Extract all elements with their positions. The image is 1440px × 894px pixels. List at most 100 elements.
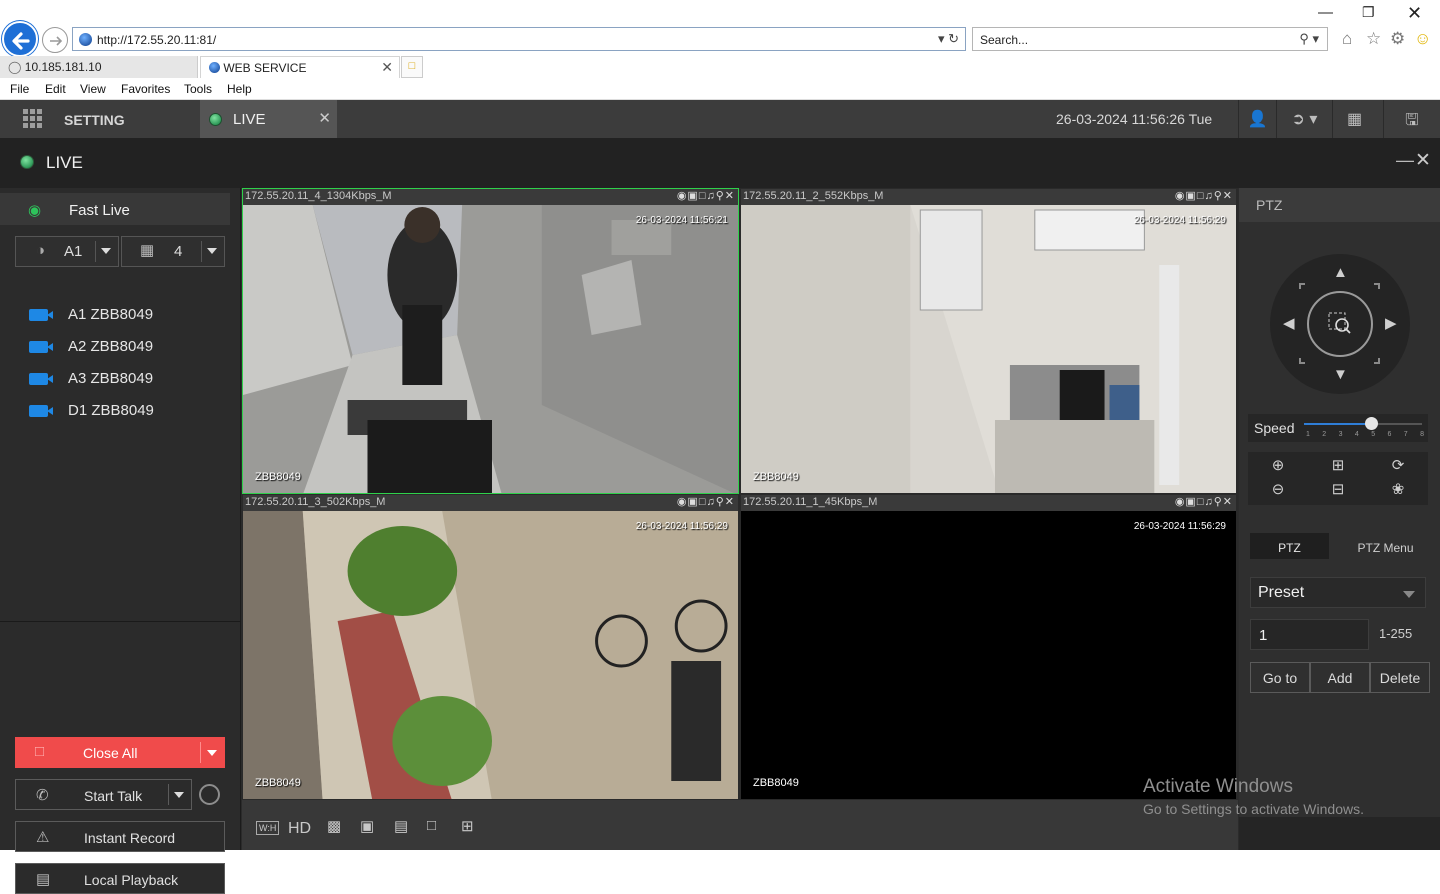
speed-tick: 3 xyxy=(1338,431,1343,438)
speed-slider[interactable] xyxy=(1304,417,1422,430)
address-url: http://172.55.20.11:81/ xyxy=(97,33,217,47)
goto-button[interactable]: Go to xyxy=(1250,662,1310,693)
single-view-icon[interactable]: ▤ xyxy=(394,817,408,835)
channel-item-a1[interactable]: A1 ZBB8049 xyxy=(0,302,240,330)
instant-record-button[interactable]: ⚠ Instant Record xyxy=(15,821,225,852)
aspect-ratio-button[interactable]: W:H xyxy=(256,821,280,835)
channel-item-a3[interactable]: A3 ZBB8049 xyxy=(0,366,240,394)
live-tab[interactable]: LIVE ✕ xyxy=(200,100,337,138)
video-tile-1[interactable]: 172.55.20.11_4_1304Kbps_M ◉▣□♫⚲✕ 26-03-2… xyxy=(242,188,739,494)
speed-slider-handle[interactable] xyxy=(1365,417,1379,430)
qr-code-icon[interactable]: ▦ xyxy=(1332,100,1376,138)
smiley-icon[interactable]: ☺ xyxy=(1414,29,1431,49)
chevron-down-icon[interactable] xyxy=(207,750,217,756)
video-tile-tools[interactable]: ◉▣□♫⚲✕ xyxy=(677,189,735,202)
channel-group-dropdown[interactable]: ◑ A1 xyxy=(15,236,119,267)
gear-icon[interactable]: ⚙ xyxy=(1390,29,1405,49)
zoom-in-icon[interactable]: ⊕ xyxy=(1263,456,1293,478)
local-playback-label: Local Playback xyxy=(84,872,179,888)
focus-far-icon[interactable]: ⊟ xyxy=(1323,480,1353,502)
preset-number-input[interactable]: 1 xyxy=(1250,619,1369,650)
browser-tab-1-label: 10.185.181.10 xyxy=(24,60,102,74)
tab-ptz-menu[interactable]: PTZ Menu xyxy=(1340,533,1431,559)
video-tile-tools[interactable]: ◉▣□♫⚲✕ xyxy=(1175,495,1233,508)
main-menu-grid-icon[interactable] xyxy=(23,109,43,129)
channel-label: A3 ZBB8049 xyxy=(68,370,154,387)
split-view-icon[interactable]: ⊞ xyxy=(461,817,474,835)
preset-type-select[interactable]: Preset xyxy=(1250,577,1426,608)
browser-tab-1[interactable]: ◯ 10.185.181.10 xyxy=(0,56,198,78)
minimize-icon[interactable]: — xyxy=(1318,4,1333,21)
zoom-out-icon[interactable]: ⊖ xyxy=(1263,480,1293,502)
ptz-up-right-icon[interactable] xyxy=(1374,283,1380,289)
ptz-down-icon[interactable]: ▼ xyxy=(1333,366,1348,383)
video-tile-tools[interactable]: ◉▣□♫⚲✕ xyxy=(677,495,735,508)
tab-ptz[interactable]: PTZ xyxy=(1250,533,1329,559)
ptz-left-icon[interactable]: ◀ xyxy=(1283,314,1295,332)
fast-live-header[interactable]: ◉ Fast Live xyxy=(0,193,230,225)
display-icon[interactable]: 🖫 xyxy=(1383,100,1440,138)
ptz-zoom-center-button[interactable] xyxy=(1307,291,1373,357)
logout-icon[interactable]: ➲ ▾ xyxy=(1276,100,1332,138)
watermark-title: Activate Windows xyxy=(1143,776,1293,797)
camera-icon xyxy=(29,405,53,417)
ptz-down-left-icon[interactable] xyxy=(1299,358,1305,364)
channel-item-a2[interactable]: A2 ZBB8049 xyxy=(0,334,240,362)
minimize-panel-icon[interactable]: — xyxy=(1396,150,1414,171)
add-preset-button[interactable]: Add xyxy=(1310,662,1370,693)
menu-tools[interactable]: Tools xyxy=(184,82,212,96)
video-tile-tools[interactable]: ◉▣□♫⚲✕ xyxy=(1175,189,1233,202)
iris-icon[interactable]: ❀ xyxy=(1383,480,1413,502)
close-window-icon[interactable]: ✕ xyxy=(1407,3,1422,24)
ptz-direction-pad[interactable]: ▲ ▼ ◀ ▶ xyxy=(1270,254,1410,394)
video-timestamp: 26-03-2024 11:56:29 xyxy=(1133,215,1226,226)
video-tile-4[interactable]: 172.55.20.11_1_45Kbps_M ◉▣□♫⚲✕ 26-03-202… xyxy=(740,494,1237,800)
video-channel-name: ZBB8049 xyxy=(255,777,301,789)
home-icon[interactable]: ⌂ xyxy=(1342,29,1352,49)
talk-status-icon[interactable] xyxy=(199,784,220,805)
search-box[interactable]: Search... ⚲ ▾ xyxy=(972,27,1328,51)
restore-icon[interactable]: ❐ xyxy=(1362,4,1375,21)
fullscreen-icon[interactable]: ▣ xyxy=(360,817,374,835)
refresh-icon[interactable]: ▾ ↻ xyxy=(938,31,959,47)
close-tab-icon[interactable]: ✕ xyxy=(381,59,393,76)
hd-button[interactable]: HD xyxy=(288,820,311,838)
layout-dropdown[interactable]: ▦ 4 xyxy=(121,236,225,267)
channel-item-d1[interactable]: D1 ZBB8049 xyxy=(0,398,240,426)
ptz-header: PTZ xyxy=(1239,188,1440,222)
video-tile-titlebar: 172.55.20.11_1_45Kbps_M ◉▣□♫⚲✕ xyxy=(741,495,1236,511)
smooth-icon[interactable]: ▩ xyxy=(327,817,341,835)
local-playback-button[interactable]: ▤ Local Playback xyxy=(15,863,225,894)
menu-edit[interactable]: Edit xyxy=(45,82,66,96)
user-icon[interactable]: 👤 xyxy=(1238,100,1276,138)
ptz-up-icon[interactable]: ▲ xyxy=(1333,264,1348,281)
menu-view[interactable]: View xyxy=(80,82,106,96)
menu-help[interactable]: Help xyxy=(227,82,252,96)
forward-button[interactable] xyxy=(42,27,68,53)
start-talk-button[interactable]: ✆ Start Talk xyxy=(15,779,192,810)
close-panel-icon[interactable]: ✕ xyxy=(1415,149,1431,172)
close-live-tab-icon[interactable]: ✕ xyxy=(318,109,331,127)
ptz-down-right-icon[interactable] xyxy=(1374,358,1380,364)
setting-tab[interactable]: SETTING xyxy=(64,112,125,128)
rotate-icon[interactable]: ⟳ xyxy=(1383,456,1413,478)
back-button[interactable] xyxy=(2,21,38,57)
delete-preset-button[interactable]: Delete xyxy=(1370,662,1430,693)
close-all-button[interactable]: □ Close All xyxy=(15,737,225,768)
chevron-down-icon[interactable] xyxy=(174,792,184,798)
menu-favorites[interactable]: Favorites xyxy=(121,82,170,96)
video-tile-3[interactable]: 172.55.20.11_3_502Kbps_M ◉▣□♫⚲✕ 26-03-20… xyxy=(242,494,739,800)
favorites-star-icon[interactable]: ☆ xyxy=(1366,29,1381,49)
video-stream-title: 172.55.20.11_4_1304Kbps_M xyxy=(245,190,392,202)
new-tab-button[interactable]: □ xyxy=(401,56,423,78)
video-tile-2[interactable]: 172.55.20.11_2_552Kbps_M ◉▣□♫⚲✕ 26-03-20… xyxy=(740,188,1237,494)
ptz-right-icon[interactable]: ▶ xyxy=(1385,314,1397,332)
browser-tab-2[interactable]: WEB SERVICE ✕ xyxy=(200,56,400,78)
address-bar[interactable]: http://172.55.20.11:81/ ▾ ↻ xyxy=(72,27,966,51)
window-view-icon[interactable]: □ xyxy=(427,817,436,834)
focus-near-icon[interactable]: ⊞ xyxy=(1323,456,1353,478)
ptz-up-left-icon[interactable] xyxy=(1299,283,1305,289)
search-icon[interactable]: ⚲ ▾ xyxy=(1299,31,1319,47)
menu-file[interactable]: File xyxy=(10,82,29,96)
browser-menu-bar: File Edit View Favorites Tools Help xyxy=(0,78,1440,100)
